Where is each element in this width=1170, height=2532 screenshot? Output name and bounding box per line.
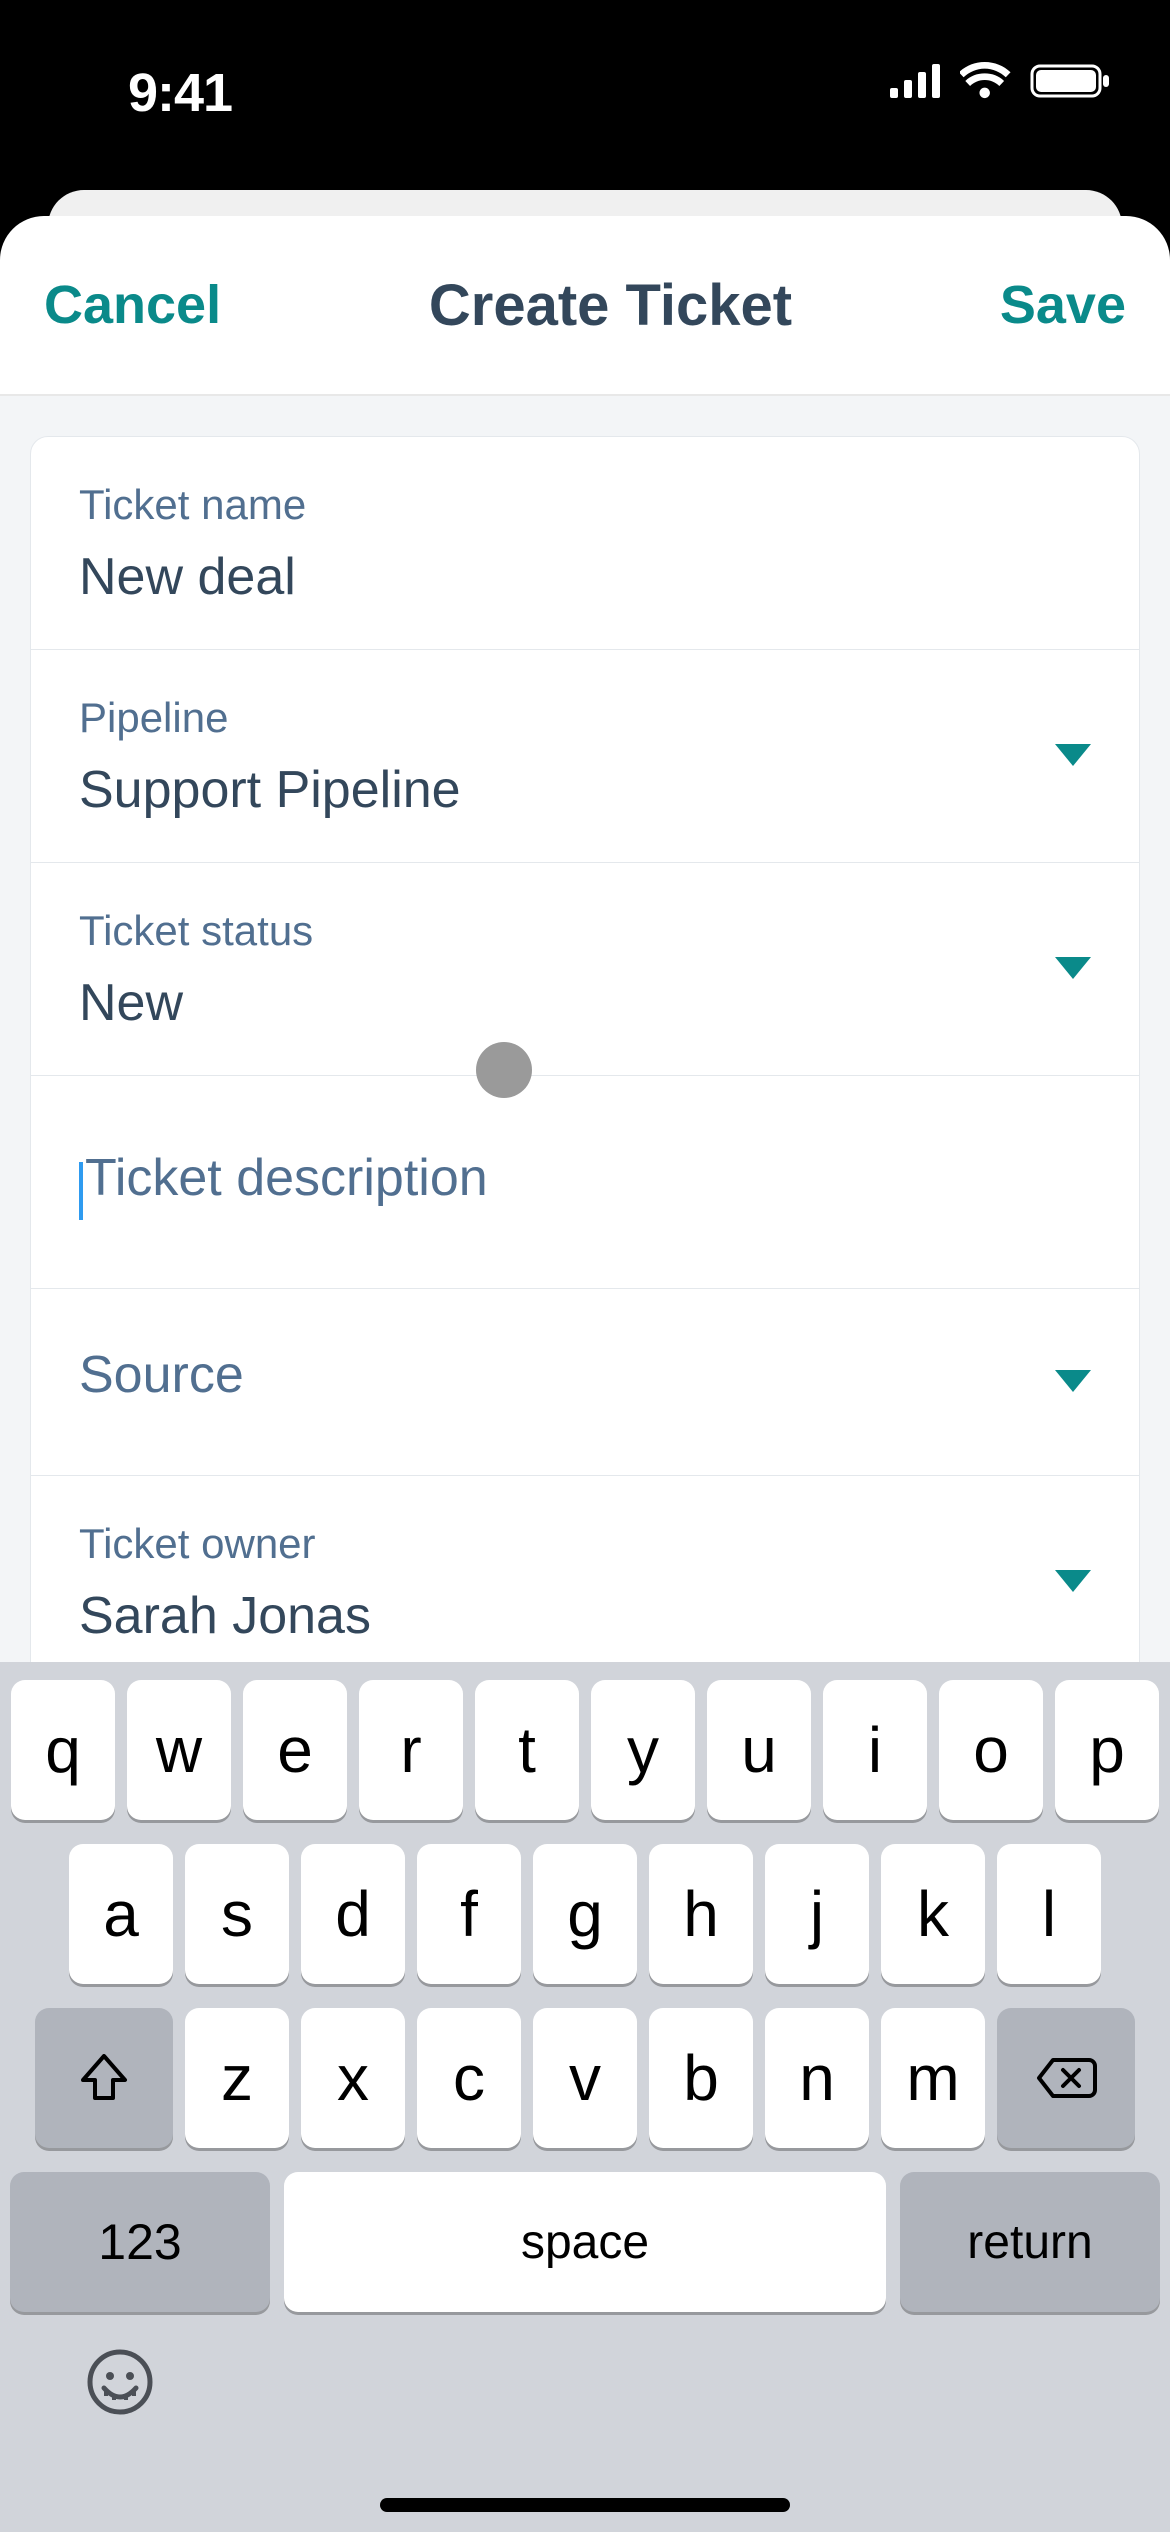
ticket-status-row[interactable]: Ticket status New bbox=[31, 863, 1139, 1076]
ticket-owner-value: Sarah Jonas bbox=[79, 1586, 1091, 1646]
modal-sheet: Cancel Create Ticket Save Ticket name Ne… bbox=[0, 216, 1170, 2532]
key-a[interactable]: a bbox=[69, 1844, 173, 1984]
keyboard-row-4: 123 space return bbox=[10, 2172, 1160, 2312]
ticket-description-row[interactable]: Ticket description bbox=[31, 1076, 1139, 1289]
battery-icon bbox=[1030, 62, 1112, 105]
key-e[interactable]: e bbox=[243, 1680, 347, 1820]
key-m[interactable]: m bbox=[881, 2008, 985, 2148]
touch-indicator bbox=[476, 1042, 532, 1098]
home-indicator[interactable] bbox=[380, 2498, 790, 2512]
ticket-status-label: Ticket status bbox=[79, 907, 1091, 955]
emoji-icon[interactable] bbox=[84, 2346, 156, 2433]
key-j[interactable]: j bbox=[765, 1844, 869, 1984]
shift-icon bbox=[79, 2054, 129, 2102]
ticket-name-row[interactable]: Ticket name New deal bbox=[31, 437, 1139, 650]
keyboard-row-3: z x c v b n m bbox=[10, 2008, 1160, 2148]
source-placeholder: Source bbox=[79, 1345, 1091, 1405]
backspace-icon bbox=[1035, 2056, 1097, 2100]
key-space[interactable]: space bbox=[284, 2172, 886, 2312]
device-frame: 9:41 Cancel Create Ticket Save Ticket na… bbox=[0, 0, 1170, 2532]
key-123[interactable]: 123 bbox=[10, 2172, 270, 2312]
ticket-name-label: Ticket name bbox=[79, 481, 1091, 529]
key-o[interactable]: o bbox=[939, 1680, 1043, 1820]
chevron-down-icon bbox=[1055, 1570, 1091, 1594]
cancel-button[interactable]: Cancel bbox=[44, 274, 221, 336]
keyboard-row-2: a s d f g h j k l bbox=[10, 1844, 1160, 1984]
cellular-icon bbox=[890, 64, 942, 103]
key-n[interactable]: n bbox=[765, 2008, 869, 2148]
key-c[interactable]: c bbox=[417, 2008, 521, 2148]
chevron-down-icon bbox=[1055, 1370, 1091, 1394]
ticket-status-value: New bbox=[79, 973, 1091, 1033]
key-i[interactable]: i bbox=[823, 1680, 927, 1820]
page-title: Create Ticket bbox=[429, 272, 792, 339]
wifi-icon bbox=[960, 62, 1012, 105]
key-p[interactable]: p bbox=[1055, 1680, 1159, 1820]
chevron-down-icon bbox=[1055, 744, 1091, 768]
status-bar: 9:41 bbox=[0, 0, 1170, 160]
key-return[interactable]: return bbox=[900, 2172, 1160, 2312]
ticket-owner-label: Ticket owner bbox=[79, 1520, 1091, 1568]
key-shift[interactable] bbox=[35, 2008, 173, 2148]
text-caret bbox=[79, 1162, 83, 1220]
key-f[interactable]: f bbox=[417, 1844, 521, 1984]
source-row[interactable]: Source bbox=[31, 1289, 1139, 1476]
keyboard-bottom-row bbox=[10, 2312, 1160, 2433]
form-card: Ticket name New deal Pipeline Support Pi… bbox=[30, 436, 1140, 1876]
key-h[interactable]: h bbox=[649, 1844, 753, 1984]
key-w[interactable]: w bbox=[127, 1680, 231, 1820]
keyboard-row-1: q w e r t y u i o p bbox=[10, 1680, 1160, 1820]
ticket-name-value: New deal bbox=[79, 547, 1091, 607]
key-u[interactable]: u bbox=[707, 1680, 811, 1820]
pipeline-label: Pipeline bbox=[79, 694, 1091, 742]
key-t[interactable]: t bbox=[475, 1680, 579, 1820]
key-b[interactable]: b bbox=[649, 2008, 753, 2148]
key-y[interactable]: y bbox=[591, 1680, 695, 1820]
key-backspace[interactable] bbox=[997, 2008, 1135, 2148]
key-s[interactable]: s bbox=[185, 1844, 289, 1984]
status-right-icons bbox=[890, 62, 1112, 105]
keyboard: q w e r t y u i o p a s d f g h j k l bbox=[0, 1662, 1170, 2532]
pipeline-value: Support Pipeline bbox=[79, 760, 1091, 820]
key-z[interactable]: z bbox=[185, 2008, 289, 2148]
pipeline-row[interactable]: Pipeline Support Pipeline bbox=[31, 650, 1139, 863]
key-d[interactable]: d bbox=[301, 1844, 405, 1984]
key-k[interactable]: k bbox=[881, 1844, 985, 1984]
form-body: Ticket name New deal Pipeline Support Pi… bbox=[0, 396, 1170, 1876]
nav-bar: Cancel Create Ticket Save bbox=[0, 216, 1170, 396]
key-l[interactable]: l bbox=[997, 1844, 1101, 1984]
key-r[interactable]: r bbox=[359, 1680, 463, 1820]
key-v[interactable]: v bbox=[533, 2008, 637, 2148]
ticket-owner-row[interactable]: Ticket owner Sarah Jonas bbox=[31, 1476, 1139, 1689]
key-q[interactable]: q bbox=[11, 1680, 115, 1820]
ticket-description-placeholder: Ticket description bbox=[85, 1149, 488, 1207]
chevron-down-icon bbox=[1055, 957, 1091, 981]
save-button[interactable]: Save bbox=[1000, 274, 1126, 336]
status-time: 9:41 bbox=[128, 62, 232, 124]
key-g[interactable]: g bbox=[533, 1844, 637, 1984]
key-x[interactable]: x bbox=[301, 2008, 405, 2148]
